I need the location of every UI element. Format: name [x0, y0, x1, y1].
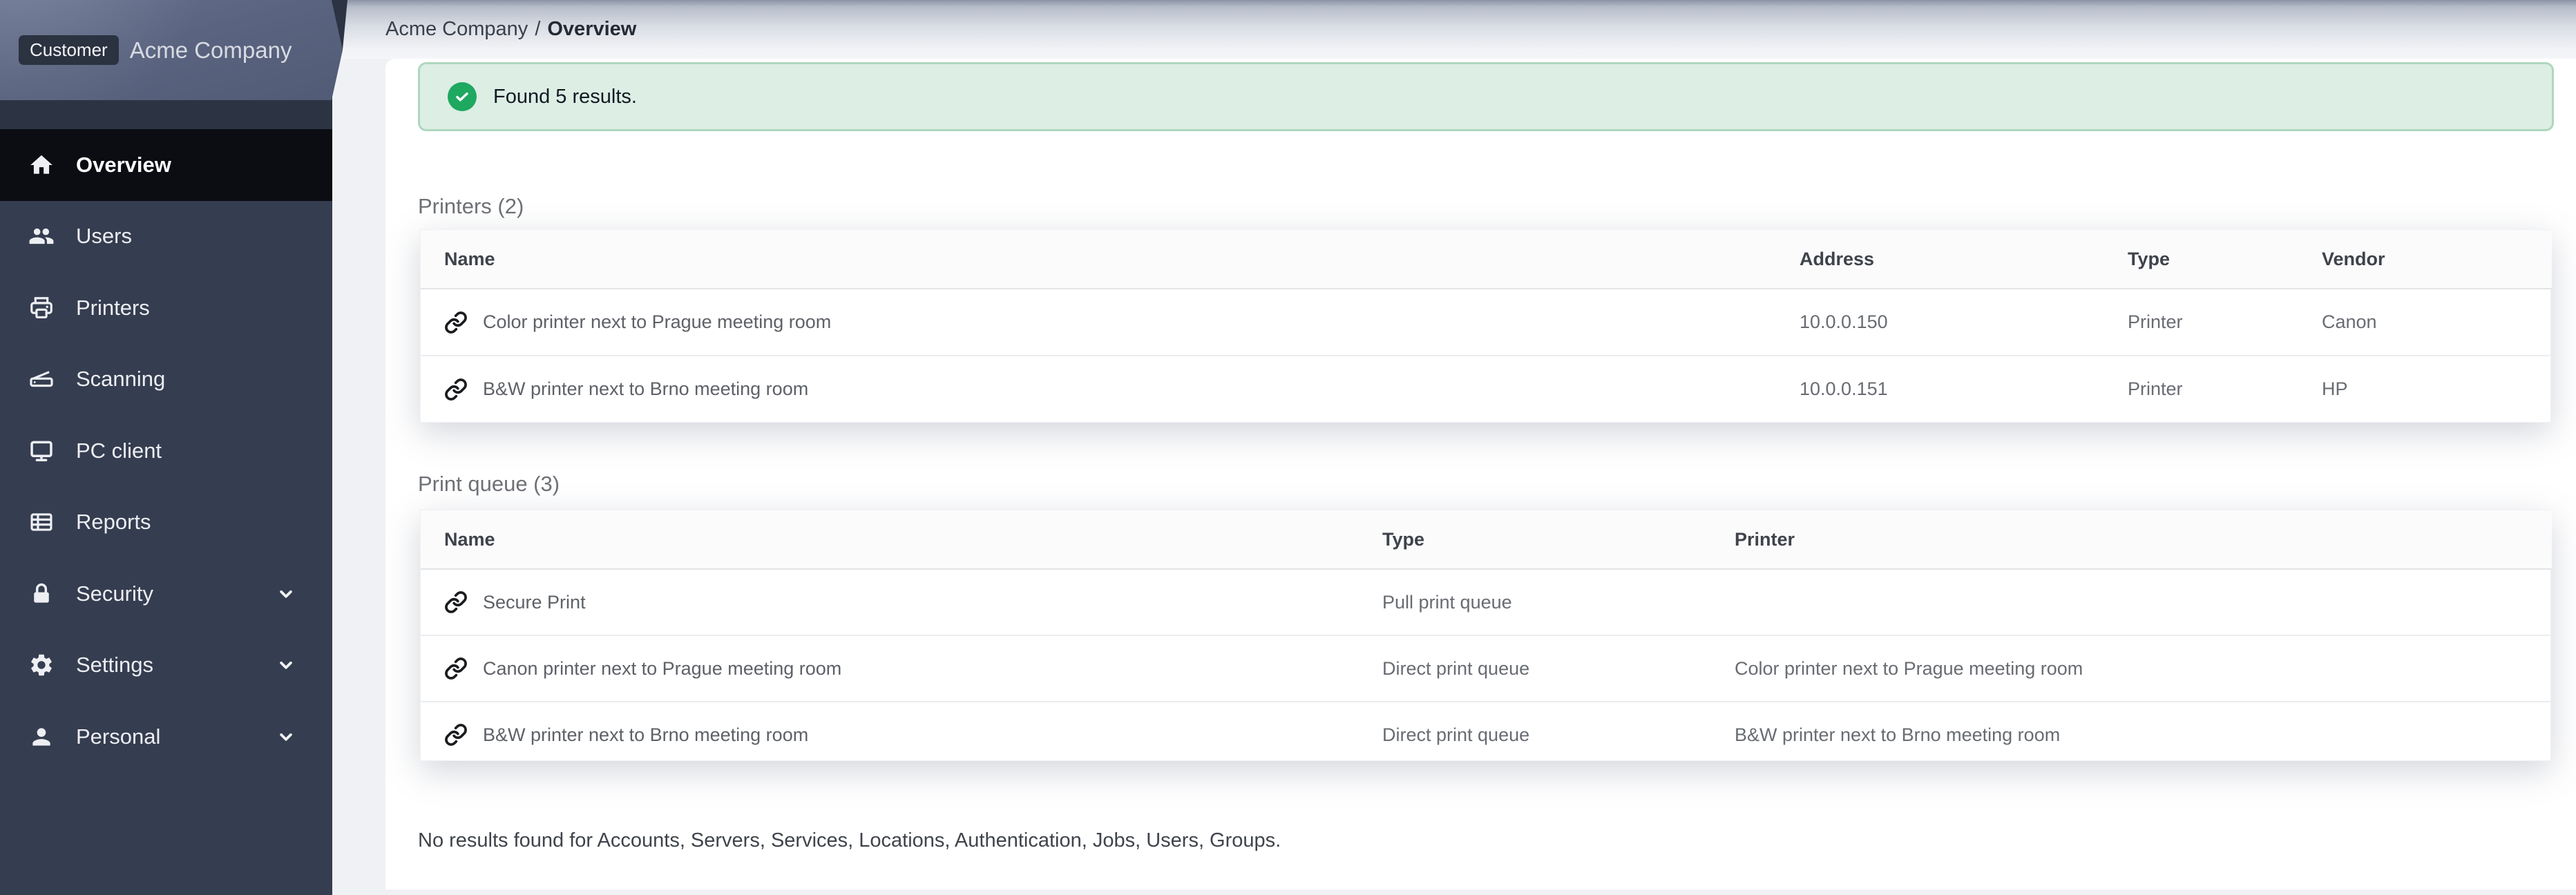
cell-type: Printer [2104, 356, 2298, 422]
alert-message: Found 5 results. [493, 86, 637, 108]
cell-type: Pull print queue [1359, 569, 1711, 635]
sidebar-item-pc-client[interactable]: PC client [0, 415, 332, 487]
check-circle-icon [448, 82, 477, 111]
column-header-printer: Printer [1711, 510, 2552, 569]
success-alert: Found 5 results. [418, 62, 2554, 131]
sidebar-item-personal[interactable]: Personal [0, 701, 332, 773]
person-icon [28, 723, 55, 751]
print-queue-section-title: Print queue (3) [418, 472, 560, 497]
gear-icon [28, 651, 55, 679]
lock-icon [28, 580, 55, 608]
users-icon [28, 222, 55, 250]
sidebar-item-label: PC client [76, 439, 162, 463]
cell-name: Secure Print [421, 569, 1359, 635]
cell-address: 10.0.0.150 [1776, 289, 2104, 356]
row-name-link[interactable]: Canon printer next to Prague meeting roo… [483, 658, 841, 680]
chevron-down-icon [276, 726, 296, 747]
table-header-row: NameTypePrinter [421, 510, 2552, 569]
column-header-type: Type [2104, 230, 2298, 289]
link-icon [444, 723, 468, 747]
main-area: Acme Company / Overview Found 5 results.… [332, 0, 2576, 895]
monitor-icon [28, 437, 55, 465]
sidebar-item-label: Security [76, 581, 153, 606]
chevron-down-icon [276, 584, 296, 604]
page: Customer Acme Company Overview Users Print… [0, 0, 2576, 895]
breadcrumb: Acme Company / Overview [385, 0, 636, 59]
sidebar-item-label: Settings [76, 653, 153, 677]
cell-type: Printer [2104, 289, 2298, 356]
printers-section-title: Printers (2) [418, 194, 524, 219]
content-panel: Found 5 results. Printers (2) NameAddres… [385, 59, 2576, 889]
table-row: Canon printer next to Prague meeting roo… [421, 635, 2552, 702]
chevron-down-icon [276, 655, 296, 675]
column-header-address: Address [1776, 230, 2104, 289]
print-queue-table-card: NameTypePrinter Secure Print Pull print qu… [420, 510, 2551, 761]
sidebar-item-scanning[interactable]: Scanning [0, 344, 332, 416]
column-header-vendor: Vendor [2298, 230, 2552, 289]
print-queue-table: NameTypePrinter Secure Print Pull print qu… [421, 510, 2552, 767]
company-name: Acme Company [130, 37, 292, 64]
column-header-type: Type [1359, 510, 1711, 569]
link-icon [444, 657, 468, 680]
sidebar-item-label: Reports [76, 510, 151, 535]
cell-printer [1711, 569, 2552, 635]
row-name-link[interactable]: Color printer next to Prague meeting roo… [483, 311, 831, 333]
printer-icon [28, 294, 55, 322]
cell-vendor: Canon [2298, 289, 2552, 356]
sidebar-item-label: Overview [76, 153, 171, 177]
table-header-row: NameAddressTypeVendor [421, 230, 2552, 289]
printers-table-card: NameAddressTypeVendor Color printer next … [420, 229, 2551, 423]
sidebar: Customer Acme Company Overview Users Print… [0, 0, 332, 895]
cell-name: Color printer next to Prague meeting roo… [421, 289, 1776, 356]
breadcrumb-current: Overview [547, 18, 636, 41]
cell-name: B&W printer next to Brno meeting room [421, 356, 1776, 422]
sidebar-header: Customer Acme Company [0, 0, 347, 100]
cell-printer: Color printer next to Prague meeting roo… [1711, 635, 2552, 702]
row-name-link[interactable]: B&W printer next to Brno meeting room [483, 378, 808, 400]
cell-address: 10.0.0.151 [1776, 356, 2104, 422]
sidebar-item-users[interactable]: Users [0, 201, 332, 273]
breadcrumb-separator: / [535, 18, 540, 41]
table-row: Color printer next to Prague meeting roo… [421, 289, 2552, 356]
cell-type: Direct print queue [1359, 635, 1711, 702]
sidebar-item-security[interactable]: Security [0, 558, 332, 630]
printers-table: NameAddressTypeVendor Color printer next … [421, 230, 2552, 422]
cell-type: Direct print queue [1359, 702, 1711, 767]
scanner-icon [28, 365, 55, 393]
sidebar-item-label: Personal [76, 724, 160, 749]
table-row: B&W printer next to Brno meeting roomDir… [421, 702, 2552, 767]
top-gradient-bar [332, 0, 2576, 59]
sidebar-item-reports[interactable]: Reports [0, 487, 332, 559]
row-name-link[interactable]: B&W printer next to Brno meeting room [483, 724, 808, 746]
row-name-link[interactable]: Secure Print [483, 592, 586, 613]
link-icon [444, 311, 468, 334]
breadcrumb-parent[interactable]: Acme Company [385, 18, 528, 41]
column-header-name: Name [421, 230, 1776, 289]
sidebar-item-settings[interactable]: Settings [0, 630, 332, 702]
home-icon [28, 151, 55, 179]
sidebar-item-label: Users [76, 224, 132, 249]
cell-name: Canon printer next to Prague meeting roo… [421, 635, 1359, 702]
sidebar-header-banner: Customer Acme Company [0, 0, 347, 100]
column-header-name: Name [421, 510, 1359, 569]
link-icon [444, 378, 468, 401]
cell-printer: B&W printer next to Brno meeting room [1711, 702, 2552, 767]
customer-badge: Customer [19, 35, 119, 65]
table-row: B&W printer next to Brno meeting room 10.… [421, 356, 2552, 422]
link-icon [444, 590, 468, 614]
sidebar-item-overview[interactable]: Overview [0, 129, 332, 201]
sidebar-item-label: Scanning [76, 367, 165, 392]
sidebar-item-printers[interactable]: Printers [0, 272, 332, 344]
cell-vendor: HP [2298, 356, 2552, 422]
sidebar-nav: Overview Users Printers Scanning PC client Re… [0, 129, 332, 773]
sidebar-item-label: Printers [76, 296, 150, 320]
cell-name: B&W printer next to Brno meeting room [421, 702, 1359, 767]
table-row: Secure Print Pull print queue [421, 569, 2552, 635]
sidebar-header-divider [0, 100, 332, 129]
no-results-note: No results found for Accounts, Servers, … [418, 829, 1281, 852]
reports-icon [28, 508, 55, 536]
